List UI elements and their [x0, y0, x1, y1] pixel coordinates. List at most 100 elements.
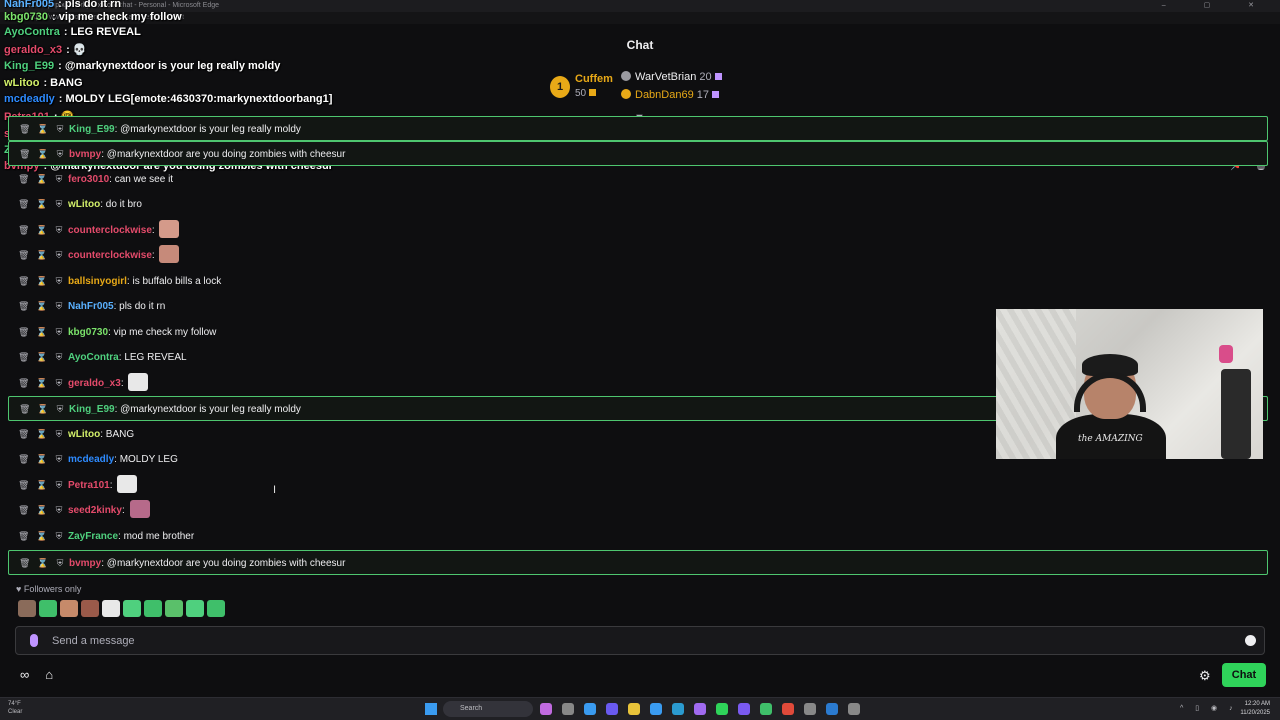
delete-message-icon[interactable]: 🗑 — [18, 473, 29, 498]
timeout-icon[interactable]: ⌛ — [36, 524, 47, 549]
delete-message-icon[interactable]: 🗑 — [18, 243, 29, 268]
app-icon-10[interactable] — [738, 703, 750, 715]
chat-username[interactable]: mcdeadly — [68, 454, 114, 465]
chat-row[interactable]: 🗑 ⌛ ⛨ bvmpy: @markynextdoor are you doing z… — [8, 550, 1268, 575]
delete-message-icon[interactable]: 🗑 — [18, 294, 29, 319]
edge-icon[interactable] — [672, 703, 684, 715]
delete-message-icon[interactable]: 🗑 — [18, 422, 29, 447]
gear-icon[interactable]: ⚙ — [1199, 668, 1211, 684]
message-input-box[interactable] — [15, 626, 1265, 655]
chat-row[interactable]: 🗑 ⌛ ⛨ wLitoo: do it bro — [8, 192, 1268, 217]
app-icon-8[interactable] — [694, 703, 706, 715]
timeout-icon[interactable]: ⌛ — [37, 551, 48, 576]
spotify-icon[interactable] — [716, 703, 728, 715]
ban-icon[interactable]: ⛨ — [54, 167, 64, 192]
app-icon-6[interactable] — [650, 703, 662, 715]
chat-username[interactable]: seed2kinky — [68, 505, 122, 516]
chat-username[interactable]: King_E99 — [69, 124, 115, 135]
emote-1[interactable] — [18, 600, 36, 617]
taskbar-clock[interactable]: 12:20 AM 11/20/2025 — [1240, 700, 1270, 718]
chat-username[interactable]: counterclockwise — [68, 250, 152, 261]
ban-icon[interactable]: ⛨ — [55, 551, 65, 576]
timeout-icon[interactable]: ⌛ — [36, 192, 47, 217]
shop-icon[interactable]: ⌂ — [45, 667, 53, 682]
delete-message-icon[interactable]: 🗑 — [18, 320, 29, 345]
emote-9[interactable] — [186, 600, 204, 617]
chat-username[interactable]: NahFr005 — [68, 301, 114, 312]
emote-7[interactable] — [144, 600, 162, 617]
delete-message-icon[interactable]: 🗑 — [19, 142, 30, 167]
app-icon-1[interactable] — [540, 703, 552, 715]
message-input[interactable] — [52, 627, 1232, 654]
ban-icon[interactable]: ⛨ — [54, 192, 64, 217]
delete-message-icon[interactable]: 🗑 — [18, 371, 29, 396]
chat-username[interactable]: Petra101 — [68, 480, 110, 491]
gift-leaderboard[interactable]: 1 Cuffem 50 WarVetBrian 20 DabnDan69 17 — [548, 70, 748, 104]
app-icon-4[interactable] — [606, 703, 618, 715]
ban-icon[interactable]: ⛨ — [54, 243, 64, 268]
chat-username[interactable]: counterclockwise — [68, 225, 152, 236]
infinity-icon[interactable]: ∞ — [20, 667, 29, 682]
delete-message-icon[interactable]: 🗑 — [18, 218, 29, 243]
timeout-icon[interactable]: ⌛ — [37, 397, 48, 422]
send-chat-button[interactable]: Chat — [1222, 663, 1266, 687]
delete-message-icon[interactable]: 🗑 — [19, 117, 30, 142]
chat-username[interactable]: AyoContra — [68, 352, 119, 363]
chat-username[interactable]: wLitoo — [68, 199, 100, 210]
ban-icon[interactable]: ⛨ — [54, 422, 64, 447]
ban-icon[interactable]: ⛨ — [54, 218, 64, 243]
delete-message-icon[interactable]: 🗑 — [18, 498, 29, 523]
app-icon-2[interactable] — [562, 703, 574, 715]
ban-icon[interactable]: ⛨ — [54, 447, 64, 472]
chat-username[interactable]: bvmpy — [69, 149, 101, 160]
delete-message-icon[interactable]: 🗑 — [18, 447, 29, 472]
timeout-icon[interactable]: ⌛ — [36, 218, 47, 243]
timeout-icon[interactable]: ⌛ — [36, 243, 47, 268]
chat-row[interactable]: 🗑 ⌛ ⛨ Petra101: — [8, 473, 1268, 498]
folder-icon[interactable] — [628, 703, 640, 715]
app-icon-3[interactable] — [584, 703, 596, 715]
delete-message-icon[interactable]: 🗑 — [18, 524, 29, 549]
app-icon-12[interactable] — [782, 703, 794, 715]
ban-icon[interactable]: ⛨ — [55, 397, 65, 422]
system-tray[interactable]: ^ ▯ ◉ ♪ — [1180, 704, 1238, 712]
chat-username[interactable]: ballsinyogirl — [68, 276, 127, 287]
chat-row[interactable]: 🗑 ⌛ ⛨ ballsinyogirl: is buffalo bills a loc… — [8, 269, 1268, 294]
timeout-icon[interactable]: ⌛ — [36, 473, 47, 498]
chat-username[interactable]: King_E99 — [69, 404, 115, 415]
emote-10[interactable] — [207, 600, 225, 617]
ban-icon[interactable]: ⛨ — [54, 320, 64, 345]
chat-username[interactable]: wLitoo — [68, 429, 100, 440]
timeout-icon[interactable]: ⌛ — [36, 269, 47, 294]
app-icon-15[interactable] — [848, 703, 860, 715]
chat-row[interactable]: 🗑 ⌛ ⛨ ZayFrance: mod me brother — [8, 524, 1268, 549]
delete-message-icon[interactable]: 🗑 — [18, 269, 29, 294]
app-icon-13[interactable] — [804, 703, 816, 715]
windows-start-icon[interactable] — [425, 703, 437, 715]
emote-bar[interactable] — [18, 600, 225, 617]
address-bar[interactable]: https://www.tiktok.com/popout/markynextd… — [0, 12, 1280, 24]
chat-row[interactable]: 🗑 ⌛ ⛨ counterclockwise: — [8, 243, 1268, 268]
timeout-icon[interactable]: ⌛ — [36, 371, 47, 396]
emote-3[interactable] — [60, 600, 78, 617]
ban-icon[interactable]: ⛨ — [54, 473, 64, 498]
timeout-icon[interactable]: ⌛ — [36, 345, 47, 370]
ban-icon[interactable]: ⛨ — [55, 142, 65, 167]
timeout-icon[interactable]: ⌛ — [37, 142, 48, 167]
ban-icon[interactable]: ⛨ — [54, 371, 64, 396]
delete-message-icon[interactable]: 🗑 — [19, 397, 30, 422]
chat-row[interactable]: 🗑 ⌛ ⛨ fero3010: can we see it — [8, 167, 1268, 192]
ban-icon[interactable]: ⛨ — [54, 345, 64, 370]
chat-username[interactable]: fero3010 — [68, 174, 109, 185]
chat-username[interactable]: ZayFrance — [68, 531, 118, 542]
app-icon-11[interactable] — [760, 703, 772, 715]
timeout-icon[interactable]: ⌛ — [36, 498, 47, 523]
chat-username[interactable]: bvmpy — [69, 558, 101, 569]
chat-username[interactable]: geraldo_x3 — [68, 378, 121, 389]
chat-username[interactable]: kbg0730 — [68, 327, 108, 338]
ban-icon[interactable]: ⛨ — [54, 269, 64, 294]
emoji-icon[interactable] — [1245, 635, 1256, 646]
timeout-icon[interactable]: ⌛ — [36, 320, 47, 345]
timeout-icon[interactable]: ⌛ — [36, 167, 47, 192]
chat-row[interactable]: 🗑 ⌛ ⛨ bvmpy: @markynextdoor are you doing z… — [8, 141, 1268, 166]
